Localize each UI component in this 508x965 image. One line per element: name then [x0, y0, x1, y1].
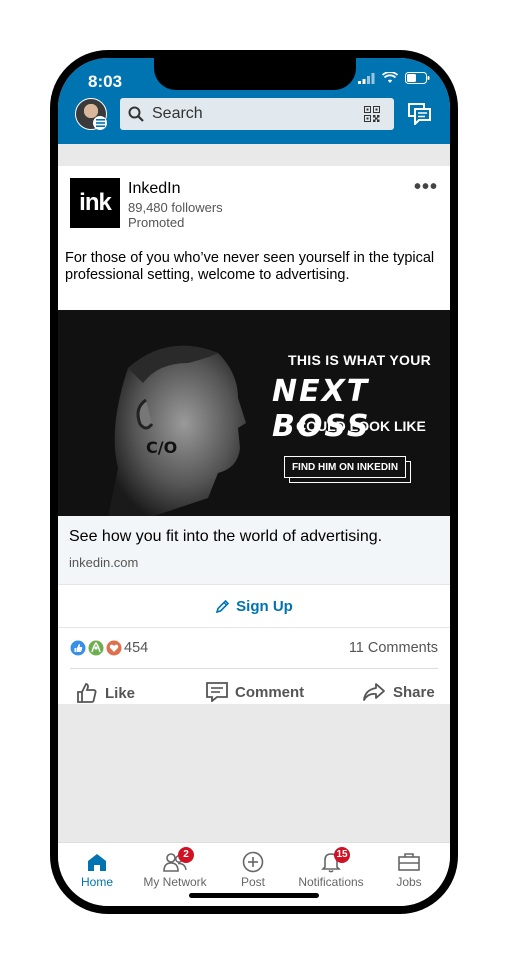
pencil-icon: [215, 599, 230, 613]
link-title: See how you fit into the world of advert…: [69, 528, 383, 545]
app-header: 8:03: [58, 58, 450, 144]
reaction-count[interactable]: 454: [124, 640, 148, 656]
promoted-label: Promoted: [128, 215, 185, 230]
status-time: 8:03: [88, 72, 123, 91]
tab-home-label: Home: [80, 875, 113, 889]
briefcase-icon: [398, 853, 420, 871]
tab-post-label: Post: [240, 875, 265, 889]
comment-button[interactable]: Comment: [206, 682, 304, 702]
tab-my-network-label: My Network: [143, 875, 207, 889]
search-bar[interactable]: [120, 98, 394, 130]
sign-up-label: Sign Up: [236, 597, 293, 615]
home-icon: [88, 853, 106, 871]
feed-top-strip: [58, 144, 450, 166]
messaging-icon[interactable]: [408, 103, 432, 125]
wifi-icon: [382, 72, 398, 83]
tab-home[interactable]: Home: [58, 849, 136, 889]
more-options-icon[interactable]: •••: [414, 177, 438, 197]
menu-badge-icon: [93, 116, 107, 130]
reaction-icons[interactable]: [70, 640, 122, 656]
like-label: Like: [105, 684, 136, 702]
man-profile-image: C/O: [108, 345, 246, 516]
share-label: Share: [393, 683, 435, 701]
home-indicator[interactable]: [189, 893, 319, 898]
ad-banner-image[interactable]: C/O THIS IS WHAT YOUR NEXT BOSS COULD LO…: [58, 310, 450, 516]
celebrate-reaction-icon: [88, 640, 104, 656]
divider: [70, 668, 438, 669]
company-logo[interactable]: ink: [70, 178, 120, 228]
phone-frame: 8:03 Search ink InkedIn 89,480 followers…: [50, 50, 458, 914]
feed-post: ink InkedIn 89,480 followers Promoted ••…: [58, 166, 450, 704]
follower-count: 89,480 followers: [128, 200, 223, 215]
post-icon: [242, 851, 264, 873]
neck-tattoo: C/O: [146, 438, 177, 457]
status-icons: [358, 72, 430, 84]
love-reaction-icon: [106, 640, 122, 656]
sign-up-button[interactable]: Sign Up: [58, 584, 450, 628]
link-domain: inkedin.com: [69, 555, 139, 570]
comment-icon: [206, 682, 228, 702]
company-name[interactable]: InkedIn: [128, 180, 180, 198]
battery-icon: [405, 72, 430, 84]
search-icon: [128, 106, 144, 122]
search-input[interactable]: [152, 98, 352, 130]
network-badge: 2: [178, 847, 194, 863]
notifications-badge: 15: [334, 847, 350, 863]
tab-jobs[interactable]: Jobs: [370, 849, 448, 889]
banner-line-1: THIS IS WHAT YOUR: [288, 352, 432, 368]
device-notch: [154, 58, 356, 90]
thumbs-up-icon: [77, 683, 97, 703]
comments-count[interactable]: 11 Comments: [349, 640, 438, 656]
link-preview[interactable]: See how you fit into the world of advert…: [58, 516, 450, 584]
tab-my-network[interactable]: 2 My Network: [136, 847, 214, 889]
qr-code-icon[interactable]: [364, 106, 380, 122]
share-button[interactable]: Share: [362, 682, 435, 702]
screen: 8:03 Search ink InkedIn 89,480 followers…: [58, 58, 450, 906]
tab-notifications[interactable]: 15 Notifications: [292, 847, 370, 889]
comment-label: Comment: [235, 683, 305, 701]
like-button[interactable]: Like: [76, 682, 135, 704]
banner-line-3: COULD LOOK LIKE: [296, 418, 426, 434]
tab-post[interactable]: Post: [214, 849, 292, 889]
share-icon: [363, 683, 385, 701]
banner-cta[interactable]: FIND HIM ON INKEDIN: [284, 456, 406, 478]
tab-notifications-label: Notifications: [298, 875, 364, 889]
signal-icon: [358, 72, 375, 84]
like-reaction-icon: [70, 640, 86, 656]
tab-jobs-label: Jobs: [396, 875, 422, 889]
post-text: For those of you who’ve never seen yours…: [65, 250, 435, 283]
